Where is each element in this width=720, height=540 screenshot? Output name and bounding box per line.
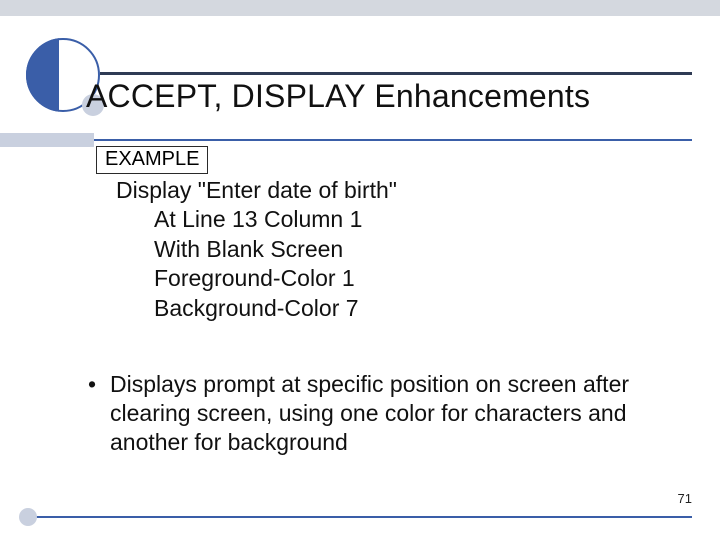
example-label: EXAMPLE xyxy=(105,148,199,170)
code-line-5: Background-Color 7 xyxy=(116,294,397,323)
bullet-text: Displays prompt at specific position on … xyxy=(110,370,670,457)
code-line-2: At Line 13 Column 1 xyxy=(116,205,397,234)
top-gray-bar xyxy=(0,0,720,16)
footer-rule xyxy=(28,516,692,518)
subtitle-rule-line xyxy=(94,139,692,141)
footer-dot-icon xyxy=(19,508,37,526)
bullet-block: • Displays prompt at specific position o… xyxy=(88,370,670,457)
page-number: 71 xyxy=(678,491,692,506)
slide-title: ACCEPT, DISPLAY Enhancements xyxy=(86,78,590,115)
code-line-4: Foreground-Color 1 xyxy=(116,264,397,293)
bullet-marker: • xyxy=(88,370,110,399)
title-rule xyxy=(100,72,692,75)
code-block: Display "Enter date of birth" At Line 13… xyxy=(116,176,397,323)
bullet-row: • Displays prompt at specific position o… xyxy=(88,370,670,457)
example-label-box: EXAMPLE xyxy=(96,146,208,174)
code-line-1: Display "Enter date of birth" xyxy=(116,176,397,205)
subtitle-rule-block xyxy=(0,133,94,147)
code-line-3: With Blank Screen xyxy=(116,235,397,264)
slide: ACCEPT, DISPLAY Enhancements EXAMPLE Dis… xyxy=(0,0,720,540)
